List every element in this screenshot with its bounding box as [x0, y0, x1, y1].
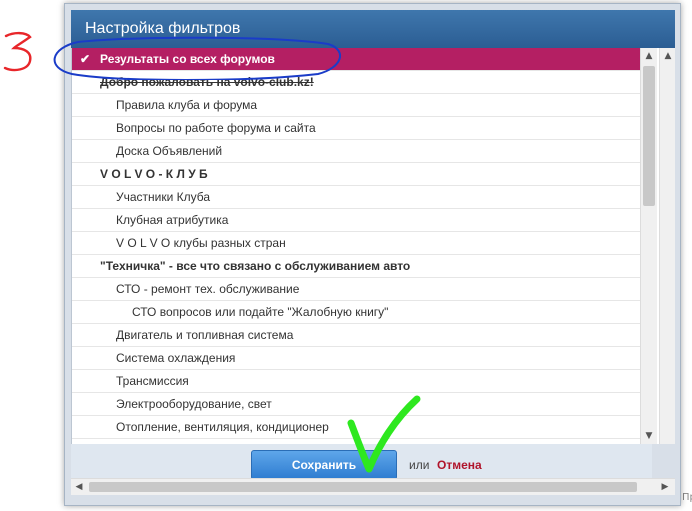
- forum-list-item[interactable]: Электрооборудование, свет: [72, 393, 640, 416]
- dialog-scrollbar[interactable]: ▲ ▼: [659, 48, 675, 444]
- forum-list-item[interactable]: V O L V O - К Л У Б: [72, 163, 640, 186]
- forum-item-label: Двигатель и топливная система: [116, 328, 294, 342]
- list-scrollbar[interactable]: ▲ ▼: [640, 48, 657, 444]
- dialog-title: Настройка фильтров: [71, 10, 675, 48]
- forum-list-frame: ✔ Результаты со всех форумов Добро пожалов…: [71, 48, 675, 444]
- cancel-link[interactable]: Отмена: [437, 458, 482, 472]
- forum-item-label: Доска Объявлений: [116, 144, 223, 158]
- forum-list-item[interactable]: V O L V O клубы разных стран: [72, 232, 640, 255]
- side-text: Пр: [682, 492, 692, 503]
- forum-list-item[interactable]: Система охлаждения: [72, 347, 640, 370]
- horizontal-scrollbar[interactable]: ◀ ▶: [71, 478, 675, 495]
- save-button[interactable]: Сохранить: [251, 450, 397, 480]
- list-scrollbar-thumb[interactable]: [643, 66, 655, 206]
- forum-list-item[interactable]: СТО вопросов или подайте "Жалобную книгу…: [72, 301, 640, 324]
- arrow-down-icon[interactable]: ▼: [641, 428, 657, 444]
- forum-list-item[interactable]: Добро пожаловать на volvo-club.kz!: [72, 71, 640, 94]
- forum-list-item[interactable]: Трансмиссия: [72, 370, 640, 393]
- screenshot-stage: Пр Настройка фильтров ✔ Результаты со все…: [0, 0, 692, 511]
- forum-item-label: Результаты со всех форумов: [100, 52, 275, 66]
- forum-list-item[interactable]: ✔ Результаты со всех форумов: [72, 48, 640, 71]
- forum-item-label: Система охлаждения: [116, 351, 236, 365]
- arrow-right-icon[interactable]: ▶: [657, 479, 673, 495]
- forum-item-label: СТО вопросов или подайте "Жалобную книгу…: [132, 305, 389, 319]
- forum-list-item[interactable]: Двигатель и топливная система: [72, 324, 640, 347]
- arrow-left-icon[interactable]: ◀: [71, 479, 87, 495]
- arrow-up-icon[interactable]: ▲: [660, 48, 675, 64]
- forum-list-item[interactable]: Отопление, вентиляция, кондиционер: [72, 416, 640, 439]
- forum-item-label: СТО - ремонт тех. обслуживание: [116, 282, 300, 296]
- horizontal-scrollbar-thumb[interactable]: [89, 482, 637, 492]
- forum-list-item[interactable]: Доска Объявлений: [72, 140, 640, 163]
- forum-item-label: Электрооборудование, свет: [116, 397, 272, 411]
- forum-item-label: "Техничка" - все что связано с обслужива…: [100, 259, 411, 273]
- forum-item-label: Добро пожаловать на volvo-club.kz!: [100, 75, 314, 89]
- forum-item-label: Участники Клуба: [116, 190, 211, 204]
- or-text: или: [409, 458, 430, 472]
- forum-item-label: Вопросы по работе форума и сайта: [116, 121, 316, 135]
- forum-item-label: V O L V O клубы разных стран: [116, 236, 286, 250]
- forum-list-item[interactable]: Правила клуба и форума: [72, 94, 640, 117]
- forum-list-item[interactable]: "Техничка" - все что связано с обслужива…: [72, 255, 640, 278]
- forum-item-label: Клубная атрибутика: [116, 213, 229, 227]
- forum-list-item[interactable]: Клубная атрибутика: [72, 209, 640, 232]
- forum-item-label: Трансмиссия: [116, 374, 189, 388]
- forum-list-item[interactable]: Вопросы по работе форума и сайта: [72, 117, 640, 140]
- forum-list: ✔ Результаты со всех форумов Добро пожалов…: [72, 48, 640, 439]
- forum-item-label: Отопление, вентиляция, кондиционер: [116, 420, 329, 434]
- arrow-up-icon[interactable]: ▲: [641, 48, 657, 64]
- forum-list-item[interactable]: СТО - ремонт тех. обслуживание: [72, 278, 640, 301]
- forum-item-label: Правила клуба и форума: [116, 98, 258, 112]
- dialog-footer: Сохранить или Отмена: [71, 444, 652, 480]
- filter-settings-dialog: Настройка фильтров ✔ Результаты со всех ф…: [64, 3, 681, 506]
- checkmark-icon: ✔: [80, 52, 91, 66]
- annotation-number-3: [3, 31, 32, 72]
- forum-list-item[interactable]: Участники Клуба: [72, 186, 640, 209]
- forum-item-label: V O L V O - К Л У Б: [100, 167, 208, 181]
